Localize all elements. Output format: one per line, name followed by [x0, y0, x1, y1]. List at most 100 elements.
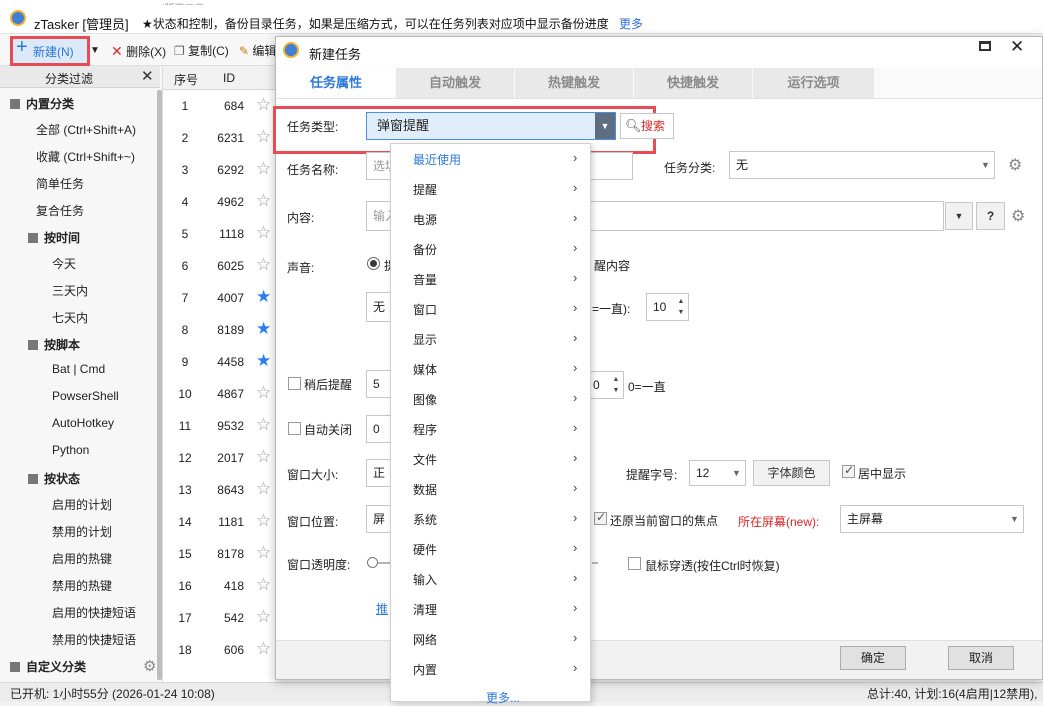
font-color-button[interactable]: 字体颜色	[753, 460, 830, 486]
menu-item[interactable]: 音量 ›	[391, 263, 590, 293]
menu-item[interactable]: 内置 ›	[391, 653, 590, 683]
favorite-star-icon[interactable]: ☆	[256, 543, 271, 563]
sidebar-close-icon[interactable]: ✕	[141, 67, 154, 85]
screen-dropdown-icon[interactable]: ▼	[1010, 514, 1019, 524]
sidebar-item[interactable]: 禁用的计划	[52, 523, 112, 540]
snooze-input[interactable]: 5	[366, 370, 392, 398]
sidebar-group[interactable]: 按脚本	[28, 336, 80, 353]
tab-task-properties[interactable]: 任务属性	[277, 68, 395, 98]
snooze-spin-icon[interactable]: ▲ ▼	[609, 374, 623, 396]
menu-item[interactable]: 电源 ›	[391, 203, 590, 233]
mouse-through-checkbox[interactable]	[628, 557, 641, 570]
sound-radio-a[interactable]	[367, 257, 380, 270]
sidebar-item[interactable]: 启用的热键	[52, 550, 112, 567]
sidebar-group[interactable]: 按状态	[28, 470, 80, 487]
favorite-star-icon[interactable]: ☆	[256, 447, 271, 467]
center-checkbox[interactable]	[842, 463, 855, 478]
favorite-star-icon[interactable]: ☆	[256, 607, 271, 627]
menu-item[interactable]: 硬件 ›	[391, 533, 590, 563]
menu-item[interactable]: 清理 ›	[391, 593, 590, 623]
menu-item[interactable]: 显示 ›	[391, 323, 590, 353]
collapse-icon[interactable]	[28, 340, 38, 350]
dialog-close-icon[interactable]: ✕	[1010, 37, 1024, 57]
menu-item[interactable]: 窗口 ›	[391, 293, 590, 323]
menu-item[interactable]: 数据 ›	[391, 473, 590, 503]
notice-more-link[interactable]: 更多	[619, 15, 643, 32]
sidebar-item[interactable]: 七天内	[52, 309, 88, 326]
window-size-select[interactable]: 正	[366, 459, 392, 487]
sidebar-item[interactable]: Bat | Cmd	[52, 362, 105, 376]
sidebar-item[interactable]: 全部 (Ctrl+Shift+A)	[36, 121, 136, 138]
sidebar-item[interactable]: PowserShell	[52, 389, 119, 403]
favorite-star-icon[interactable]: ★	[256, 287, 271, 307]
sidebar-scrollbar[interactable]	[157, 90, 162, 680]
content-settings-icon[interactable]: ⚙	[1011, 206, 1025, 226]
menu-item[interactable]: 媒体 ›	[391, 353, 590, 383]
opacity-slider-handle[interactable]	[367, 557, 378, 568]
sidebar-item[interactable]: 启用的计划	[52, 496, 112, 513]
maximize-icon[interactable]	[979, 41, 991, 51]
menu-item[interactable]: 网络 ›	[391, 623, 590, 653]
tab-hotkey-trigger[interactable]: 热键触发	[515, 68, 633, 98]
autoclose-checkbox[interactable]	[288, 422, 301, 435]
copy-button[interactable]: ❐ 复制(C)	[174, 40, 229, 62]
restore-focus-checkbox[interactable]	[594, 510, 607, 525]
column-no[interactable]: 序号	[174, 71, 198, 88]
cancel-button[interactable]: 取消	[948, 646, 1014, 670]
menu-more-link[interactable]: 更多...	[486, 689, 520, 706]
content-dropdown-icon[interactable]: ▼	[945, 202, 973, 230]
menu-item[interactable]: 提醒 ›	[391, 173, 590, 203]
sidebar-item[interactable]: AutoHotkey	[52, 416, 114, 430]
collapse-icon[interactable]	[28, 474, 38, 484]
menu-item[interactable]: 备份 ›	[391, 233, 590, 263]
favorite-star-icon[interactable]: ☆	[256, 383, 271, 403]
menu-item[interactable]: 程序 ›	[391, 413, 590, 443]
menu-item[interactable]: 系统 ›	[391, 503, 590, 533]
repeat-spin-icon[interactable]: ▲ ▼	[674, 296, 688, 318]
new-task-button[interactable]: + 新建(N)	[10, 36, 90, 66]
collapse-icon[interactable]	[10, 662, 20, 672]
task-type-dropdown-icon[interactable]: ▼	[595, 113, 615, 139]
tab-run-options[interactable]: 运行选项	[753, 68, 874, 98]
sidebar-item[interactable]: 复合任务	[36, 202, 84, 219]
sound-select[interactable]: 无	[366, 292, 392, 322]
favorite-star-icon[interactable]: ☆	[256, 575, 271, 595]
favorite-star-icon[interactable]: ★	[256, 319, 271, 339]
favorite-star-icon[interactable]: ☆	[256, 95, 271, 115]
sidebar-item[interactable]: 启用的快捷短语	[52, 604, 136, 621]
favorite-star-icon[interactable]: ☆	[256, 191, 271, 211]
task-type-select[interactable]: 弹窗提醒	[366, 112, 616, 140]
tab-auto-trigger[interactable]: 自动触发	[396, 68, 514, 98]
menu-item[interactable]: 最近使用 ›	[391, 143, 590, 173]
sidebar-item[interactable]: 简单任务	[36, 175, 84, 192]
autoclose-input[interactable]: 0	[366, 415, 392, 443]
favorite-star-icon[interactable]: ☆	[256, 639, 271, 659]
recommend-link[interactable]: 推	[376, 600, 388, 617]
sidebar-gear-icon[interactable]: ⚙	[143, 657, 156, 675]
favorite-star-icon[interactable]: ☆	[256, 255, 271, 275]
favorite-star-icon[interactable]: ☆	[256, 127, 271, 147]
sidebar-group[interactable]: 按时间	[28, 229, 80, 246]
new-dropdown-icon[interactable]: ▼	[86, 41, 104, 61]
menu-item[interactable]: 输入 ›	[391, 563, 590, 593]
font-size-dropdown-icon[interactable]: ▼	[732, 468, 741, 478]
category-settings-icon[interactable]: ⚙	[1008, 155, 1022, 175]
favorite-star-icon[interactable]: ☆	[256, 415, 271, 435]
collapse-icon[interactable]	[10, 99, 20, 109]
category-select[interactable]: 无	[729, 151, 995, 179]
sidebar-item[interactable]: 禁用的热键	[52, 577, 112, 594]
window-pos-select[interactable]: 屏	[366, 505, 392, 533]
opacity-slider-track-end[interactable]	[592, 562, 598, 564]
sidebar-item[interactable]: 三天内	[52, 282, 88, 299]
favorite-star-icon[interactable]: ☆	[256, 511, 271, 531]
collapse-icon[interactable]	[28, 233, 38, 243]
screen-select[interactable]: 主屏幕	[840, 505, 1024, 533]
favorite-star-icon[interactable]: ☆	[256, 223, 271, 243]
column-id[interactable]: ID	[223, 71, 235, 85]
sidebar-item[interactable]: 收藏 (Ctrl+Shift+~)	[36, 148, 135, 165]
sidebar-item[interactable]: Python	[52, 443, 89, 457]
sidebar-group[interactable]: 自定义分类	[10, 658, 86, 675]
help-button[interactable]: ?	[976, 202, 1005, 230]
sidebar-item[interactable]: 今天	[52, 255, 76, 272]
category-dropdown-icon[interactable]: ▼	[981, 160, 990, 170]
